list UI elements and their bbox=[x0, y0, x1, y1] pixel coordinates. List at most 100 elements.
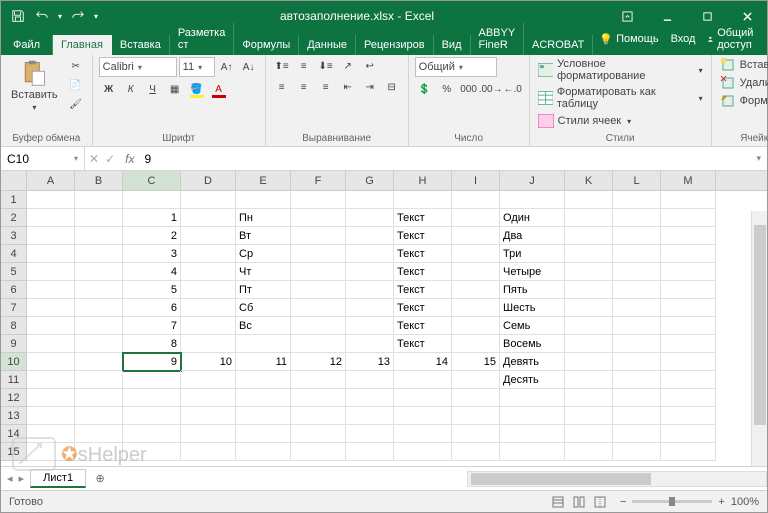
cell-G5[interactable] bbox=[346, 263, 394, 281]
cell-A4[interactable] bbox=[27, 245, 75, 263]
cell-B9[interactable] bbox=[75, 335, 123, 353]
row-header-9[interactable]: 9 bbox=[1, 335, 27, 353]
cell-A2[interactable] bbox=[27, 209, 75, 227]
cell-F10[interactable]: 12 bbox=[291, 353, 346, 371]
cell-M3[interactable] bbox=[661, 227, 716, 245]
cell-L6[interactable] bbox=[613, 281, 661, 299]
format-as-table-button[interactable]: Форматировать как таблицу▾ bbox=[536, 85, 705, 111]
cell-H2[interactable]: Текст bbox=[394, 209, 452, 227]
cell-K1[interactable] bbox=[565, 191, 613, 209]
cell-D11[interactable] bbox=[181, 371, 236, 389]
cell-G7[interactable] bbox=[346, 299, 394, 317]
cell-E4[interactable]: Ср bbox=[236, 245, 291, 263]
cell-I2[interactable] bbox=[452, 209, 500, 227]
cell-E1[interactable] bbox=[236, 191, 291, 209]
row-header-13[interactable]: 13 bbox=[1, 407, 27, 425]
cell-D4[interactable] bbox=[181, 245, 236, 263]
cell-I6[interactable] bbox=[452, 281, 500, 299]
cell-M14[interactable] bbox=[661, 425, 716, 443]
cell-A13[interactable] bbox=[27, 407, 75, 425]
col-header-A[interactable]: A bbox=[27, 171, 75, 190]
cell-F8[interactable] bbox=[291, 317, 346, 335]
tab-formulas[interactable]: Формулы bbox=[234, 35, 299, 55]
wrap-text-button[interactable]: ↩ bbox=[360, 57, 380, 75]
row-header-4[interactable]: 4 bbox=[1, 245, 27, 263]
formula-input[interactable]: 9 bbox=[140, 152, 750, 166]
cell-J12[interactable] bbox=[500, 389, 565, 407]
cell-G11[interactable] bbox=[346, 371, 394, 389]
cell-G8[interactable] bbox=[346, 317, 394, 335]
cell-F11[interactable] bbox=[291, 371, 346, 389]
cell-A6[interactable] bbox=[27, 281, 75, 299]
cell-H10[interactable]: 14 bbox=[394, 353, 452, 371]
cell-M7[interactable] bbox=[661, 299, 716, 317]
orientation-icon[interactable]: ↗ bbox=[338, 57, 358, 75]
sheet-tab-1[interactable]: Лист1 bbox=[30, 469, 86, 488]
horizontal-scrollbar[interactable] bbox=[467, 471, 767, 487]
enter-icon[interactable]: ✓ bbox=[105, 152, 115, 166]
cell-E5[interactable]: Чт bbox=[236, 263, 291, 281]
italic-button[interactable]: К bbox=[121, 80, 141, 98]
cell-G9[interactable] bbox=[346, 335, 394, 353]
cell-K14[interactable] bbox=[565, 425, 613, 443]
cell-L1[interactable] bbox=[613, 191, 661, 209]
align-left-icon[interactable]: ≡ bbox=[272, 78, 292, 96]
cell-F9[interactable] bbox=[291, 335, 346, 353]
cell-B15[interactable] bbox=[75, 443, 123, 461]
cell-I7[interactable] bbox=[452, 299, 500, 317]
cell-B4[interactable] bbox=[75, 245, 123, 263]
bold-button[interactable]: Ж bbox=[99, 80, 119, 98]
cell-C7[interactable]: 6 bbox=[123, 299, 181, 317]
row-header-14[interactable]: 14 bbox=[1, 425, 27, 443]
currency-button[interactable]: 💲 bbox=[415, 80, 435, 98]
row-header-1[interactable]: 1 bbox=[1, 191, 27, 209]
expand-formula-icon[interactable]: ▾ bbox=[750, 153, 767, 164]
zoom-in-icon[interactable]: + bbox=[718, 496, 724, 508]
tab-abbyy[interactable]: ABBYY FineR bbox=[471, 23, 525, 55]
cell-M11[interactable] bbox=[661, 371, 716, 389]
increase-decimal-icon[interactable]: .00→ bbox=[481, 80, 501, 98]
cell-I10[interactable]: 15 bbox=[452, 353, 500, 371]
cell-F15[interactable] bbox=[291, 443, 346, 461]
cell-styles-button[interactable]: Стили ячеек▾ bbox=[536, 113, 634, 129]
cell-G12[interactable] bbox=[346, 389, 394, 407]
comma-button[interactable]: 000 bbox=[459, 80, 479, 98]
cell-K12[interactable] bbox=[565, 389, 613, 407]
cell-K10[interactable] bbox=[565, 353, 613, 371]
cell-H4[interactable]: Текст bbox=[394, 245, 452, 263]
save-button[interactable] bbox=[7, 5, 29, 27]
cell-D12[interactable] bbox=[181, 389, 236, 407]
cell-F4[interactable] bbox=[291, 245, 346, 263]
cell-H15[interactable] bbox=[394, 443, 452, 461]
font-size-combo[interactable]: 11▾ bbox=[179, 57, 215, 77]
cell-J15[interactable] bbox=[500, 443, 565, 461]
cell-D3[interactable] bbox=[181, 227, 236, 245]
font-name-combo[interactable]: Calibri▾ bbox=[99, 57, 177, 77]
tab-home[interactable]: Главная bbox=[53, 35, 112, 55]
row-header-6[interactable]: 6 bbox=[1, 281, 27, 299]
cell-A10[interactable] bbox=[27, 353, 75, 371]
cell-F5[interactable] bbox=[291, 263, 346, 281]
cell-E13[interactable] bbox=[236, 407, 291, 425]
cell-K13[interactable] bbox=[565, 407, 613, 425]
cell-H5[interactable]: Текст bbox=[394, 263, 452, 281]
cell-E15[interactable] bbox=[236, 443, 291, 461]
cell-L11[interactable] bbox=[613, 371, 661, 389]
copy-button[interactable]: 📄 bbox=[66, 76, 86, 94]
col-header-G[interactable]: G bbox=[346, 171, 394, 190]
zoom-value[interactable]: 100% bbox=[731, 496, 759, 508]
cell-K8[interactable] bbox=[565, 317, 613, 335]
cell-K7[interactable] bbox=[565, 299, 613, 317]
font-color-button[interactable]: A bbox=[209, 80, 229, 98]
merge-button[interactable]: ⊟ bbox=[382, 78, 402, 96]
row-header-7[interactable]: 7 bbox=[1, 299, 27, 317]
cell-G3[interactable] bbox=[346, 227, 394, 245]
cell-J2[interactable]: Один bbox=[500, 209, 565, 227]
cell-M12[interactable] bbox=[661, 389, 716, 407]
row-header-11[interactable]: 11 bbox=[1, 371, 27, 389]
cell-L3[interactable] bbox=[613, 227, 661, 245]
cell-I11[interactable] bbox=[452, 371, 500, 389]
cell-K11[interactable] bbox=[565, 371, 613, 389]
cell-M2[interactable] bbox=[661, 209, 716, 227]
cell-L4[interactable] bbox=[613, 245, 661, 263]
